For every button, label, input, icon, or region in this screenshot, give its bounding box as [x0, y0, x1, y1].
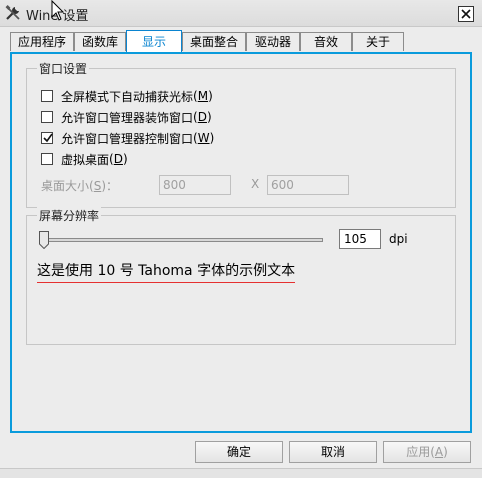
- option-label: 允许窗口管理器装饰窗口: [61, 110, 194, 125]
- option-capture-mouse[interactable]: 全屏模式下自动捕获光标(M): [41, 88, 213, 104]
- desktop-size-row: 桌面大小(S)： 800 X 600: [41, 175, 461, 195]
- option-label: 全屏模式下自动捕获光标: [61, 89, 194, 104]
- dpi-unit-label: dpi: [389, 232, 408, 246]
- hotkey: W: [197, 131, 210, 145]
- tab-graphics[interactable]: 显示: [126, 30, 182, 52]
- desktop-width-field: 800: [159, 175, 231, 195]
- title-bar: Wine 设置: [0, 0, 482, 27]
- cancel-button[interactable]: 取消: [289, 441, 377, 463]
- mouse-cursor-icon: [51, 0, 65, 25]
- checkbox[interactable]: [41, 111, 53, 123]
- dpi-slider-track[interactable]: [39, 238, 323, 242]
- wine-tools-icon: [4, 4, 22, 22]
- graphics-panel: 窗口设置 全屏模式下自动捕获光标(M) 允许窗口管理器装饰窗口(D) 允许窗口管…: [10, 52, 472, 433]
- size-separator: X: [251, 177, 260, 191]
- tab-applications[interactable]: 应用程序: [10, 32, 74, 51]
- hotkey: M: [197, 89, 209, 103]
- checkmark-icon: [43, 133, 53, 143]
- window-settings-legend: 窗口设置: [37, 60, 90, 77]
- option-wm-decorate[interactable]: 允许窗口管理器装饰窗口(D): [41, 109, 212, 125]
- desktop-size-label: 桌面大小(S)：: [41, 179, 119, 193]
- tab-libraries[interactable]: 函数库: [74, 32, 126, 51]
- window-settings-group: 窗口设置 全屏模式下自动捕获光标(M) 允许窗口管理器装饰窗口(D) 允许窗口管…: [26, 60, 456, 208]
- checkbox[interactable]: [41, 153, 53, 165]
- tab-about[interactable]: 关于: [352, 32, 404, 51]
- ok-button[interactable]: 确定: [195, 441, 283, 463]
- close-icon: [461, 9, 471, 19]
- dpi-input[interactable]: 105: [339, 229, 381, 249]
- screen-resolution-group: 屏幕分辨率 105 dpi 这是使用 10 号 Tahoma 字体的示例文本: [26, 207, 456, 345]
- checkbox-checked[interactable]: [41, 132, 53, 144]
- tab-drives[interactable]: 驱动器: [246, 32, 300, 51]
- tab-audio[interactable]: 音效: [300, 32, 352, 51]
- screen-resolution-legend: 屏幕分辨率: [37, 207, 102, 224]
- apply-button[interactable]: 应用(A): [383, 441, 471, 463]
- hotkey: D: [197, 110, 207, 124]
- checkbox[interactable]: [41, 90, 53, 102]
- close-button[interactable]: [458, 6, 474, 22]
- option-wm-control[interactable]: 允许窗口管理器控制窗口(W): [41, 130, 214, 146]
- option-virtual-desktop[interactable]: 虚拟桌面(D): [41, 151, 128, 167]
- desktop-height-field: 600: [267, 175, 349, 195]
- option-label: 允许窗口管理器控制窗口: [61, 131, 194, 146]
- dpi-slider-thumb[interactable]: [39, 231, 49, 250]
- font-sample-text: 这是使用 10 号 Tahoma 字体的示例文本: [37, 260, 296, 283]
- tab-desktop-integration[interactable]: 桌面整合: [182, 32, 246, 51]
- option-label: 虚拟桌面: [61, 152, 110, 167]
- hotkey: D: [113, 152, 123, 166]
